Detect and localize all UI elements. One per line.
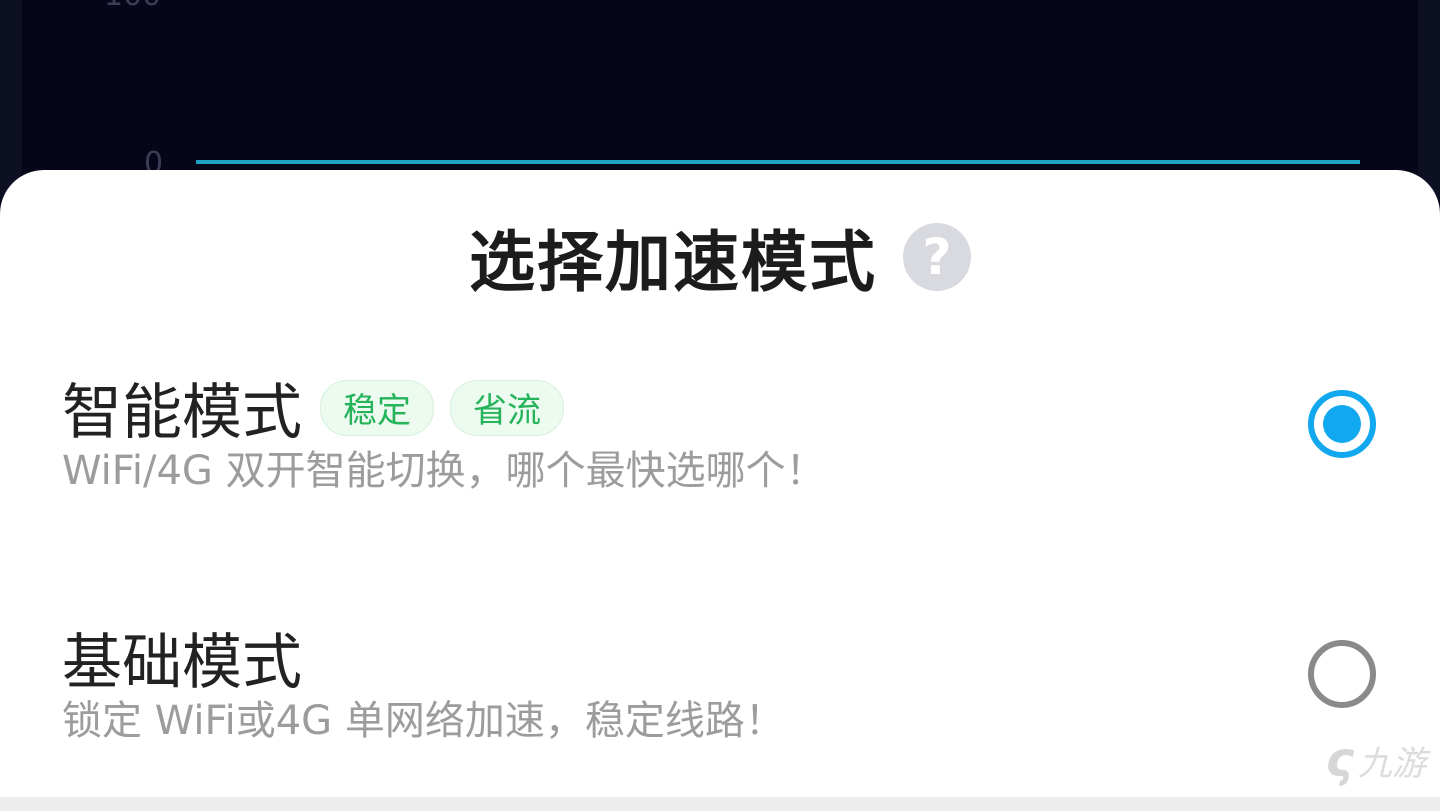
option-description: WiFi/4G 双开智能切换，哪个最快选哪个！ [62, 448, 826, 494]
bottom-bar [0, 797, 1440, 811]
chart-tick-label-top: 100 [104, 0, 161, 13]
radio-dot [1323, 405, 1361, 443]
chart-baseline [196, 160, 1360, 164]
option-description: 锁定 WiFi或4G 单网络加速，稳定线路！ [62, 698, 785, 744]
tag-stable: 稳定 [320, 379, 434, 436]
watermark-logo: ς 九游 [1216, 715, 1426, 805]
chart-left-border [0, 0, 22, 200]
option-smart-mode[interactable]: 智能模式 稳定 省流 WiFi/4G 双开智能切换，哪个最快选哪个！ [0, 358, 1440, 508]
watermark-mark-icon: ς [1325, 732, 1354, 788]
chart-right-border [1418, 0, 1440, 200]
radio-smart-mode-selected[interactable] [1308, 390, 1376, 458]
watermark-text: 九游 [1358, 743, 1426, 784]
help-icon[interactable]: ? [903, 223, 971, 291]
sheet-header: 选择加速模式 ? [0, 214, 1440, 301]
radio-basic-mode[interactable] [1308, 640, 1376, 708]
mode-selection-sheet: 选择加速模式 ? 智能模式 稳定 省流 WiFi/4G 双开智能切换，哪个最快选… [0, 170, 1440, 811]
sheet-title: 选择加速模式 [469, 224, 877, 301]
tag-data-saving: 省流 [450, 379, 564, 436]
